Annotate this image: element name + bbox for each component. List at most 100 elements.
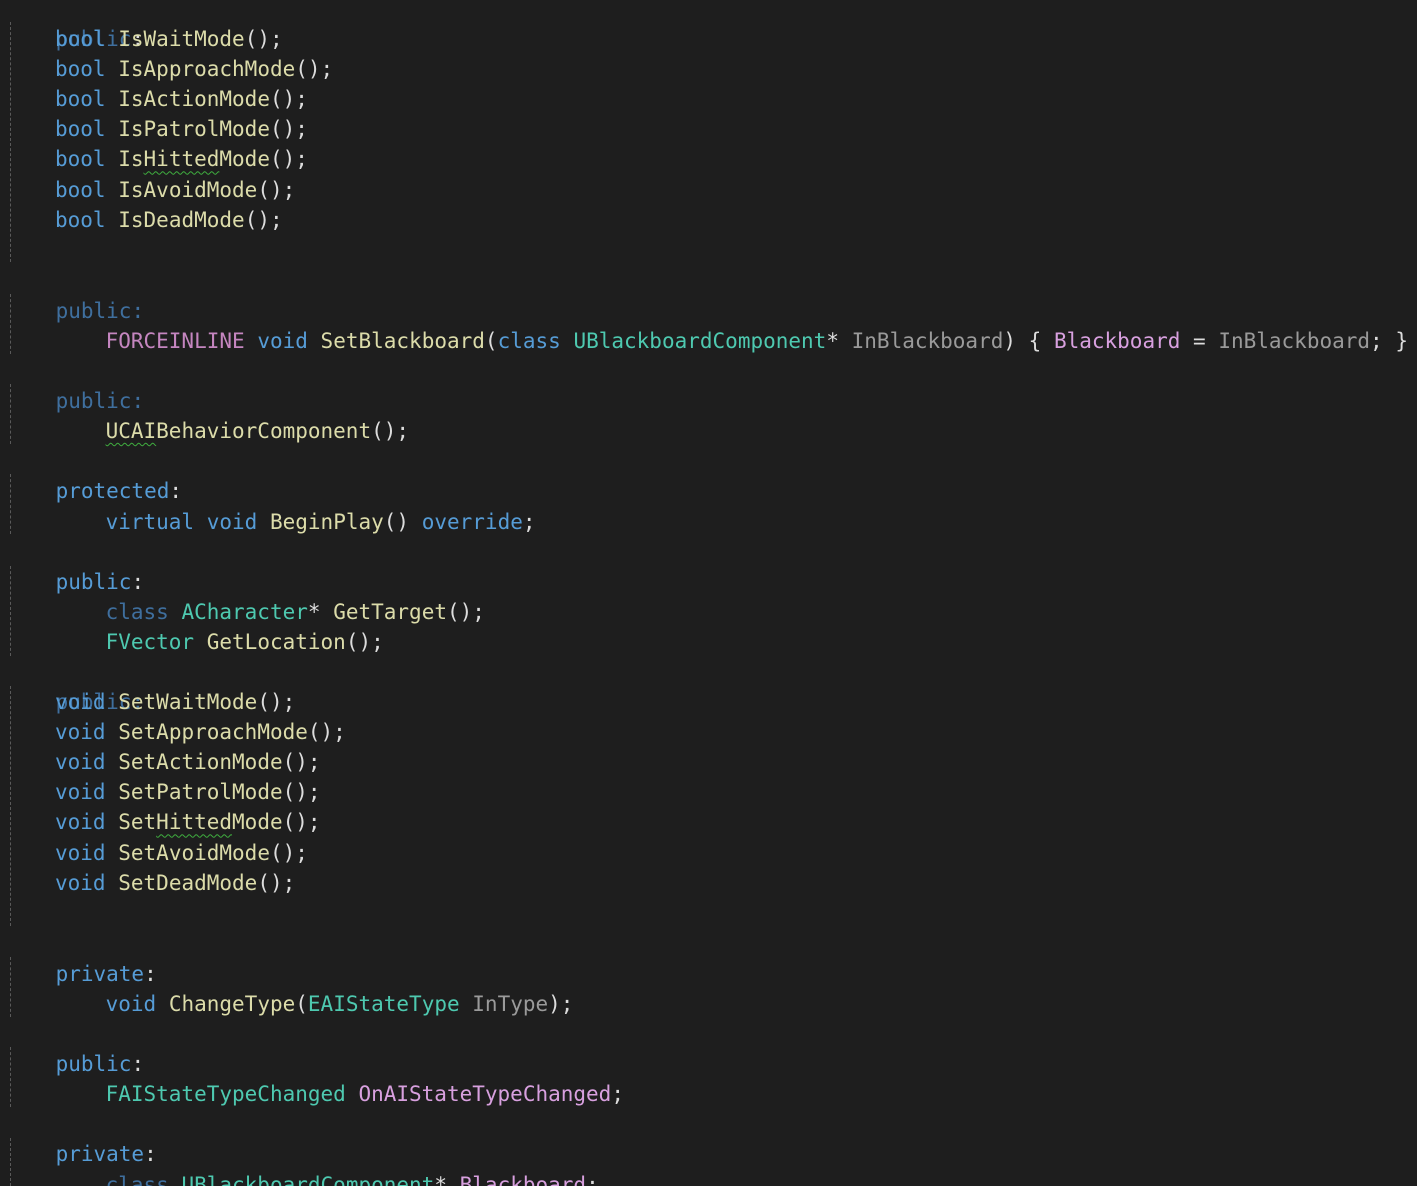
return-type-keyword: bool [55, 27, 106, 51]
type-name: EAIStateType [307, 992, 460, 1016]
code-line-get-location[interactable]: FVector GetLocation(); [5, 597, 384, 654]
code-line-begin-play[interactable]: virtual void BeginPlay() override; [5, 477, 536, 534]
close-paren-semicolon: ); [548, 992, 574, 1016]
semicolon: ; [611, 1082, 624, 1106]
code-line-method-declaration[interactable]: bool IsApproachMode(); [5, 54, 333, 84]
method-name-prefix: Set [118, 840, 157, 865]
method-name-prefix: Is [118, 27, 144, 51]
return-type-keyword: bool [55, 207, 106, 232]
return-type-keyword: void [55, 840, 106, 865]
method-name-suffix: ActionMode [156, 750, 283, 775]
call-end: (); [257, 870, 296, 895]
void-keyword: void [206, 510, 258, 534]
code-editor[interactable]: public: bool IsWaitMode(); bool IsApproac… [0, 0, 1417, 1186]
type-name: FVector [105, 630, 195, 654]
code-line-method-declaration[interactable]: void SetPatrolMode(); [5, 777, 321, 807]
void-keyword: void [257, 329, 308, 353]
member-variable: Blackboard [459, 1173, 587, 1186]
call-end: (); [345, 630, 384, 654]
class-keyword: class [497, 329, 561, 353]
code-line-access-specifier[interactable]: public: [5, 537, 145, 594]
method-name-suffix: Mode [232, 810, 283, 835]
return-type-keyword: bool [55, 87, 106, 112]
method-name-suffix: WaitMode [156, 690, 258, 714]
code-line-access-specifier[interactable]: public: [5, 0, 145, 51]
return-type-keyword: void [55, 780, 106, 805]
method-name-prefix: Set [118, 780, 157, 805]
method-name-prefix: Is [118, 87, 144, 112]
return-type-keyword: bool [55, 117, 106, 142]
param-name: InBlackboard [851, 329, 1004, 353]
method-name-prefix: Set [118, 720, 157, 745]
macro-forceinline: FORCEINLINE [105, 329, 245, 353]
call-end: (); [269, 117, 308, 142]
body-open: ) { [1003, 329, 1054, 353]
call-end: (); [282, 810, 321, 835]
code-line-get-target[interactable]: class ACharacter* GetTarget(); [5, 567, 485, 624]
return-type-keyword: void [55, 750, 106, 775]
semicolon: ; [522, 510, 536, 534]
code-line-method-declaration[interactable]: bool IsActionMode(); [5, 84, 308, 114]
pointer-star: * [434, 1173, 447, 1186]
code-line-method-declaration[interactable]: void SetAvoidMode(); [5, 838, 308, 868]
call-end: (); [282, 780, 321, 805]
code-line-method-declaration[interactable]: bool IsDeadMode(); [5, 205, 283, 235]
constructor-name: BehaviorComponent [156, 419, 372, 443]
code-line-blackboard-member[interactable]: class UBlackboardComponent* Blackboard; [5, 1140, 599, 1186]
method-name-suffix: Mode [219, 147, 270, 172]
code-line-set-blackboard[interactable]: FORCEINLINE void SetBlackboard(class UBl… [5, 296, 1408, 353]
type-name: FAIStateTypeChanged [105, 1082, 346, 1106]
method-name-prefix: Set [118, 810, 157, 835]
paren-open: ( [295, 992, 308, 1016]
code-line-access-specifier[interactable]: protected: [5, 446, 182, 503]
call-end: (); [244, 207, 283, 232]
code-line-access-specifier[interactable]: private: [5, 1109, 157, 1166]
code-line-delegate[interactable]: FAIStateTypeChanged OnAIStateTypeChanged… [5, 1049, 624, 1106]
code-line-method-declaration[interactable]: bool IsPatrolMode(); [5, 114, 308, 144]
return-type-keyword: bool [55, 177, 106, 202]
function-name: ChangeType [168, 992, 296, 1016]
override-keyword: override [421, 510, 523, 534]
member-variable: Blackboard [1053, 329, 1181, 353]
code-line-access-specifier[interactable]: public: [5, 266, 145, 323]
code-line-change-type[interactable]: void ChangeType(EAIStateType InType); [5, 959, 574, 1016]
call-end: (); [295, 57, 334, 82]
paren-pair: () [383, 510, 422, 534]
function-name: SetBlackboard [320, 329, 485, 353]
class-keyword: class [105, 1173, 169, 1186]
method-name-prefix: Set [118, 870, 157, 895]
function-name: GetLocation [206, 630, 346, 654]
call-end: (); [269, 147, 308, 172]
method-name-prefix: Is [118, 147, 144, 172]
code-line-access-specifier[interactable]: public: [5, 356, 145, 413]
code-line-access-specifier[interactable]: public: [5, 657, 145, 714]
code-line-access-specifier[interactable]: public: [5, 1019, 145, 1076]
code-line-method-declaration[interactable]: void SetApproachMode(); [5, 717, 346, 747]
virtual-keyword: virtual [105, 510, 195, 534]
paren-open: ( [484, 329, 498, 353]
call-end: (); [282, 750, 321, 775]
method-name-flagged: Hitted [156, 810, 233, 835]
return-type-keyword: void [55, 690, 106, 714]
method-name-suffix: ApproachMode [156, 720, 308, 745]
pointer-star: * [826, 329, 839, 353]
code-line-method-declaration[interactable]: bool IsHittedMode(); [5, 144, 308, 174]
body-close: ; } [1370, 329, 1408, 353]
call-end: (); [269, 840, 308, 865]
code-line-method-declaration[interactable]: void SetHittedMode(); [5, 807, 321, 837]
method-name-suffix: AvoidMode [156, 840, 270, 865]
call-end: (); [269, 87, 308, 112]
method-name-suffix: AvoidMode [143, 177, 258, 202]
code-line-method-declaration[interactable]: void SetDeadMode(); [5, 868, 295, 898]
return-type-keyword: void [55, 810, 106, 835]
code-line-method-declaration[interactable]: void SetActionMode(); [5, 747, 321, 777]
code-line-method-declaration[interactable]: bool IsWaitMode(); [5, 24, 283, 54]
param-name: InBlackboard [1218, 329, 1371, 353]
code-line-constructor[interactable]: UCAIBehaviorComponent(); [5, 386, 409, 443]
type-name: UBlackboardComponent [181, 1173, 435, 1186]
code-line-method-declaration[interactable]: bool IsAvoidMode(); [5, 175, 295, 205]
code-line-method-declaration[interactable]: void SetWaitMode(); [5, 687, 295, 717]
method-name-suffix: ApproachMode [143, 57, 296, 82]
return-type-keyword: bool [55, 57, 106, 82]
code-line-access-specifier[interactable]: private: [5, 929, 157, 986]
